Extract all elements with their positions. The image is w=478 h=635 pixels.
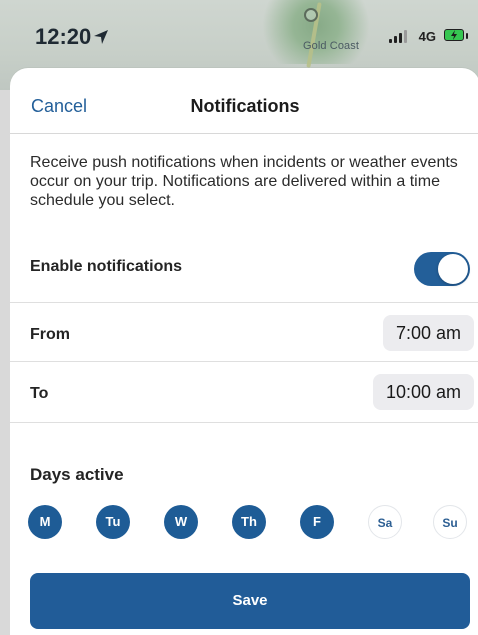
day-button-monday[interactable]: M	[28, 505, 62, 539]
status-indicators: 4G	[388, 26, 468, 46]
day-button-friday[interactable]: F	[300, 505, 334, 539]
save-button[interactable]: Save	[30, 573, 470, 629]
day-button-saturday[interactable]: Sa	[368, 505, 402, 539]
to-row: To 10:00 am	[10, 363, 478, 423]
charging-bolt-icon	[451, 30, 457, 40]
status-time: 12:20	[35, 24, 92, 49]
enable-notifications-label: Enable notifications	[30, 258, 183, 275]
toggle-knob	[438, 254, 468, 284]
day-button-thursday[interactable]: Th	[232, 505, 266, 539]
battery-icon	[444, 29, 468, 43]
days-active-title: Days active	[30, 465, 124, 484]
notifications-sheet: Cancel Notifications Receive push notifi…	[10, 68, 478, 635]
from-row: From 7:00 am	[10, 304, 478, 362]
day-button-tuesday[interactable]: Tu	[96, 505, 130, 539]
network-label: 4G	[418, 28, 436, 44]
day-button-sunday[interactable]: Su	[433, 505, 467, 539]
enable-notifications-row: Enable notifications	[10, 228, 478, 303]
description-text: Receive push notifications when incident…	[30, 154, 458, 209]
days-selector: M Tu W Th F Sa Su	[28, 505, 474, 545]
status-bar: 12:20 4G	[0, 0, 478, 70]
signal-icon	[388, 29, 411, 43]
day-button-wednesday[interactable]: W	[164, 505, 198, 539]
location-arrow-icon	[94, 30, 108, 44]
from-time-picker[interactable]: 7:00 am	[382, 315, 474, 351]
to-label: To	[30, 385, 49, 402]
page-title: Notifications	[190, 96, 300, 116]
from-label: From	[30, 326, 70, 343]
to-time-picker[interactable]: 10:00 am	[372, 374, 474, 410]
nav-bar: Cancel Notifications	[10, 68, 478, 134]
enable-notifications-toggle[interactable]	[414, 252, 470, 286]
